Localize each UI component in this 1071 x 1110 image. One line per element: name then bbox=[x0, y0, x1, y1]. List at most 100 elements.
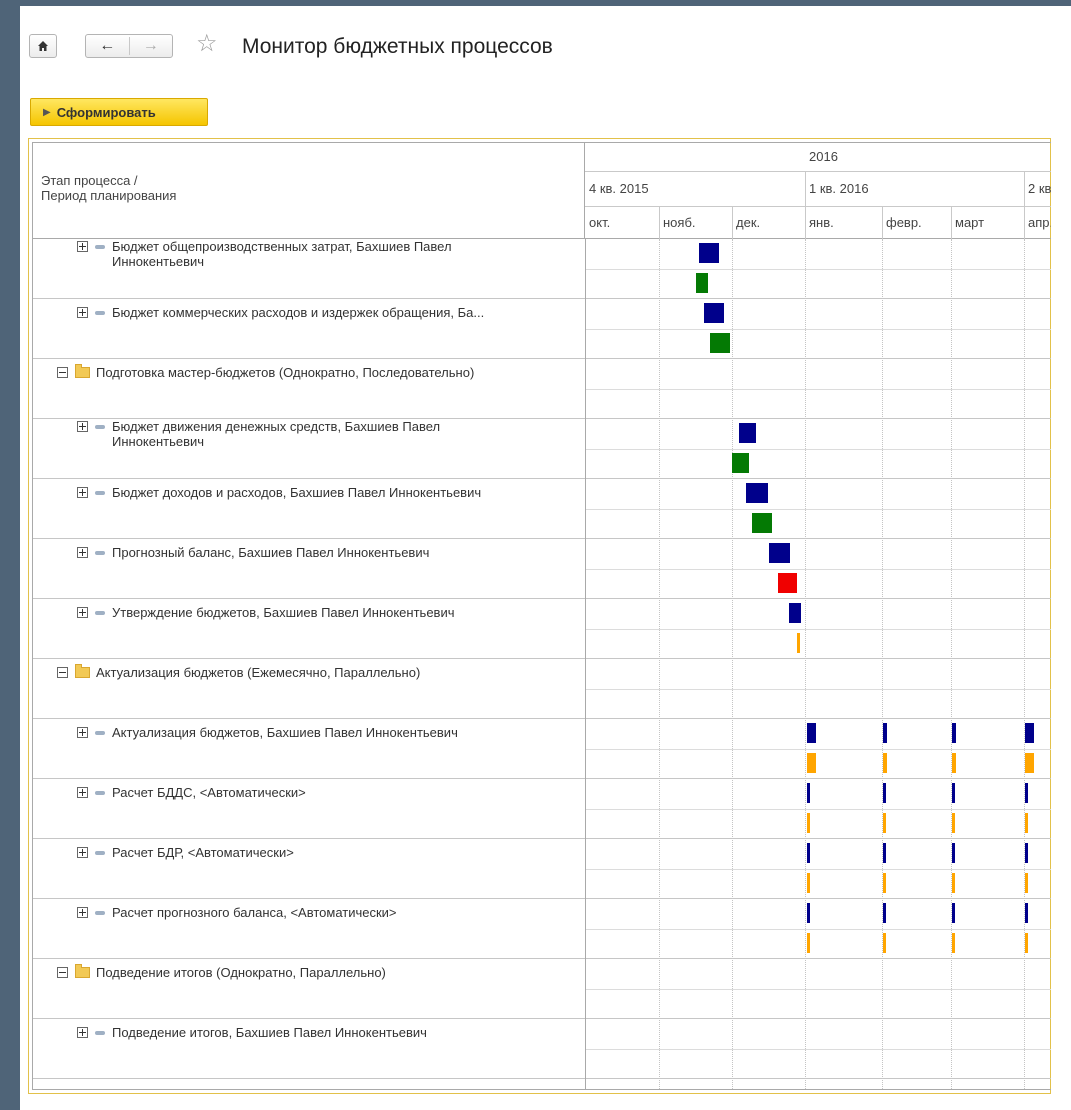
stage-task-row[interactable]: Расчет прогнозного баланса, <Автоматичес… bbox=[77, 905, 397, 920]
gantt-bar-green[interactable] bbox=[752, 513, 773, 533]
gantt-bar-blue[interactable] bbox=[1024, 783, 1028, 803]
arrow-right-icon: → bbox=[142, 37, 159, 54]
gantt-bar-blue[interactable] bbox=[806, 783, 810, 803]
gantt-bar-orange[interactable] bbox=[806, 813, 810, 833]
home-button[interactable] bbox=[29, 34, 57, 58]
gantt-bar-blue[interactable] bbox=[806, 903, 810, 923]
expand-icon[interactable] bbox=[77, 241, 88, 252]
expand-icon[interactable] bbox=[77, 847, 88, 858]
expand-icon[interactable] bbox=[77, 787, 88, 798]
expand-icon[interactable] bbox=[77, 307, 88, 318]
row-text: Расчет БДДС, <Автоматически> bbox=[112, 785, 306, 800]
gantt-bar-orange[interactable] bbox=[1024, 873, 1028, 893]
gantt-bar-orange[interactable] bbox=[796, 633, 800, 653]
gantt-bar-blue[interactable] bbox=[1024, 843, 1028, 863]
gantt-bar-blue[interactable] bbox=[882, 783, 886, 803]
stage-task-row[interactable]: Бюджет коммерческих расходов и издержек … bbox=[77, 305, 484, 320]
row-text: Расчет БДР, <Автоматически> bbox=[112, 845, 294, 860]
gantt-bar-blue[interactable] bbox=[1024, 903, 1028, 923]
stage-task-row[interactable]: Прогнозный баланс, Бахшиев Павел Иннокен… bbox=[77, 545, 429, 560]
row-text: Актуализация бюджетов, Бахшиев Павел Инн… bbox=[112, 725, 458, 740]
month-label: дек. bbox=[736, 215, 761, 230]
form-report-button[interactable]: ▶ Сформировать bbox=[30, 98, 208, 126]
gantt-bar-blue[interactable] bbox=[951, 723, 957, 743]
gantt-bar-green[interactable] bbox=[710, 333, 730, 353]
gantt-bar-orange[interactable] bbox=[1024, 753, 1035, 773]
gantt-bar-blue[interactable] bbox=[882, 903, 886, 923]
gantt-bar-orange[interactable] bbox=[882, 813, 886, 833]
row-text: Утверждение бюджетов, Бахшиев Павел Инно… bbox=[112, 605, 455, 620]
gantt-bar-blue[interactable] bbox=[768, 543, 791, 563]
gantt-bar-blue[interactable] bbox=[699, 243, 719, 263]
collapse-icon[interactable] bbox=[57, 367, 68, 378]
lane-separator bbox=[585, 329, 1051, 330]
stage-task-row[interactable]: Расчет БДР, <Автоматически> bbox=[77, 845, 294, 860]
row-separator bbox=[33, 958, 1051, 959]
gantt-bar-blue[interactable] bbox=[806, 723, 816, 743]
stage-task-row[interactable]: Бюджет доходов и расходов, Бахшиев Павел… bbox=[77, 485, 481, 500]
gantt-bar-orange[interactable] bbox=[1024, 933, 1028, 953]
stage-task-row[interactable]: Подведение итогов, Бахшиев Павел Иннокен… bbox=[77, 1025, 427, 1040]
row-separator bbox=[33, 778, 1051, 779]
stage-task-row[interactable]: Расчет БДДС, <Автоматически> bbox=[77, 785, 306, 800]
gantt-bar-orange[interactable] bbox=[806, 873, 810, 893]
gantt-bar-blue[interactable] bbox=[882, 843, 886, 863]
gantt-bar-blue[interactable] bbox=[704, 303, 724, 323]
header-column-line bbox=[951, 206, 952, 239]
expand-icon[interactable] bbox=[77, 907, 88, 918]
gantt-bar-blue[interactable] bbox=[951, 903, 955, 923]
gantt-bar-orange[interactable] bbox=[806, 753, 816, 773]
stage-task-row[interactable]: Бюджет общепроизводственных затрат, Бахш… bbox=[77, 239, 452, 269]
expand-icon[interactable] bbox=[77, 421, 88, 432]
task-status-icon bbox=[95, 1031, 105, 1035]
expand-icon[interactable] bbox=[77, 487, 88, 498]
task-status-icon bbox=[95, 911, 105, 915]
stage-task-row[interactable]: Актуализация бюджетов, Бахшиев Павел Инн… bbox=[77, 725, 458, 740]
month-label: янв. bbox=[809, 215, 834, 230]
header-divider bbox=[585, 171, 1051, 172]
gantt-bar-blue[interactable] bbox=[745, 483, 768, 503]
gantt-bar-blue[interactable] bbox=[739, 423, 757, 443]
gantt-bar-orange[interactable] bbox=[951, 813, 955, 833]
gantt-bar-orange[interactable] bbox=[951, 753, 957, 773]
gantt-bar-orange[interactable] bbox=[806, 933, 810, 953]
gantt-bar-blue[interactable] bbox=[951, 843, 955, 863]
header-column-line bbox=[732, 206, 733, 239]
lane-separator bbox=[585, 1049, 1051, 1050]
gantt-bar-orange[interactable] bbox=[1024, 813, 1028, 833]
gantt-bar-blue[interactable] bbox=[788, 603, 802, 623]
collapse-icon[interactable] bbox=[57, 667, 68, 678]
forward-button[interactable]: → bbox=[130, 37, 173, 55]
gantt-bar-red[interactable] bbox=[777, 573, 797, 593]
gantt-bar-orange[interactable] bbox=[951, 873, 955, 893]
collapse-icon[interactable] bbox=[57, 967, 68, 978]
expand-icon[interactable] bbox=[77, 727, 88, 738]
gantt-bar-blue[interactable] bbox=[806, 843, 810, 863]
header-divider bbox=[585, 206, 1051, 207]
expand-icon[interactable] bbox=[77, 607, 88, 618]
gantt-bar-orange[interactable] bbox=[882, 873, 886, 893]
page-title: Монитор бюджетных процессов bbox=[242, 35, 553, 58]
gantt-bar-blue[interactable] bbox=[951, 783, 955, 803]
month-grid-line bbox=[732, 239, 733, 1089]
stage-task-row[interactable]: Бюджет движения денежных средств, Бахшие… bbox=[77, 419, 440, 449]
gantt-bar-orange[interactable] bbox=[882, 933, 886, 953]
stage-group-row[interactable]: Подведение итогов (Однократно, Параллель… bbox=[57, 964, 386, 980]
gantt-bar-green[interactable] bbox=[695, 273, 708, 293]
back-button[interactable]: ← bbox=[86, 37, 129, 55]
stage-task-row[interactable]: Утверждение бюджетов, Бахшиев Павел Инно… bbox=[77, 605, 455, 620]
expand-icon[interactable] bbox=[77, 1027, 88, 1038]
gantt-bar-green[interactable] bbox=[732, 453, 749, 473]
stage-group-row[interactable]: Подготовка мастер-бюджетов (Однократно, … bbox=[57, 364, 474, 380]
gantt-bar-blue[interactable] bbox=[1024, 723, 1035, 743]
folder-icon bbox=[75, 664, 90, 678]
gantt-bar-blue[interactable] bbox=[882, 723, 887, 743]
gantt-bar-orange[interactable] bbox=[882, 753, 887, 773]
star-icon[interactable]: ☆ bbox=[196, 30, 218, 58]
row-separator bbox=[33, 298, 1051, 299]
gantt-bar-orange[interactable] bbox=[951, 933, 955, 953]
expand-icon[interactable] bbox=[77, 547, 88, 558]
form-report-label: Сформировать bbox=[56, 104, 156, 120]
row-separator bbox=[33, 718, 1051, 719]
stage-group-row[interactable]: Актуализация бюджетов (Ежемесячно, Парал… bbox=[57, 664, 420, 680]
